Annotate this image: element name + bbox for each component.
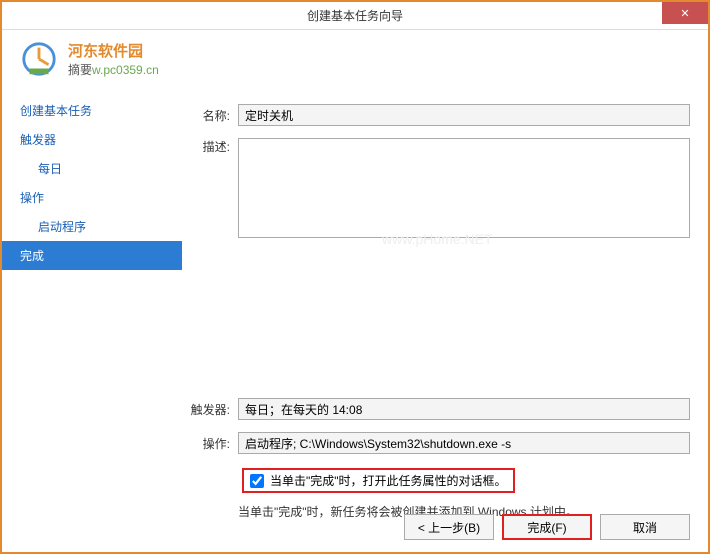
checkbox-highlight: 当单击"完成"时，打开此任务属性的对话框。 <box>242 468 515 493</box>
action-input[interactable] <box>238 432 690 454</box>
sidebar-item-action[interactable]: 操作 <box>2 183 182 212</box>
trigger-label: 触发器: <box>182 401 238 418</box>
description-textarea[interactable] <box>238 138 690 238</box>
wizard-icon <box>20 40 58 78</box>
trigger-input[interactable] <box>238 398 690 420</box>
name-label: 名称: <box>182 107 238 124</box>
wizard-header: 河东软件园 摘要w.pc0359.cn <box>2 30 708 96</box>
sidebar-item-trigger[interactable]: 触发器 <box>2 125 182 154</box>
url-text-2: cn <box>146 63 159 77</box>
description-label: 描述: <box>182 138 238 155</box>
open-properties-checkbox[interactable] <box>250 474 264 488</box>
back-button[interactable]: < 上一步(B) <box>404 514 494 540</box>
close-button[interactable]: ✕ <box>662 2 708 24</box>
action-label: 操作: <box>182 435 238 452</box>
url-text-1: w.pc0359. <box>92 63 146 77</box>
wizard-steps-sidebar: 创建基本任务 触发器 每日 操作 启动程序 完成 <box>2 96 182 474</box>
cancel-button[interactable]: 取消 <box>600 514 690 540</box>
finish-button[interactable]: 完成(F) <box>502 514 592 540</box>
checkbox-label: 当单击"完成"时，打开此任务属性的对话框。 <box>270 472 507 489</box>
window-title: 创建基本任务向导 <box>307 7 403 24</box>
sidebar-item-start-program[interactable]: 启动程序 <box>2 212 182 241</box>
brand-text: 河东软件园 <box>68 43 143 60</box>
sidebar-item-create-task[interactable]: 创建基本任务 <box>2 96 182 125</box>
summary-label: 摘要 <box>68 63 92 77</box>
sidebar-item-finish[interactable]: 完成 <box>2 241 182 270</box>
name-input[interactable] <box>238 104 690 126</box>
sidebar-item-daily[interactable]: 每日 <box>2 154 182 183</box>
